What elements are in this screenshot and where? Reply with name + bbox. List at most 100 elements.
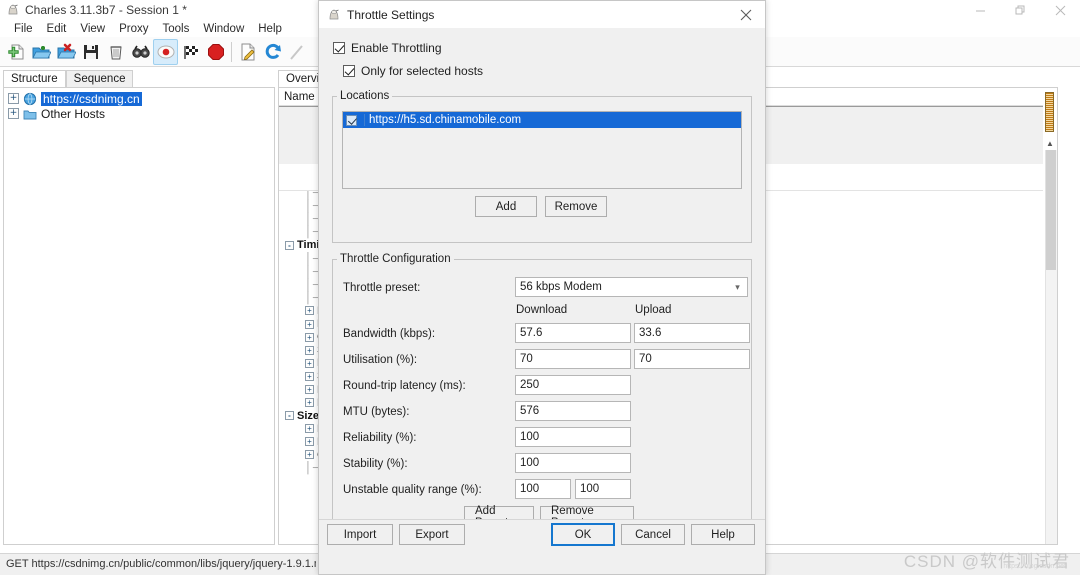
list-item-divider [364, 114, 365, 126]
scrollbar-track[interactable] [1045, 150, 1057, 544]
expander-plus-icon[interactable]: + [305, 371, 314, 381]
unstable-quality-max-input[interactable]: 100 [575, 479, 631, 499]
clear-session-icon[interactable] [103, 39, 128, 65]
help-button[interactable]: Help [691, 524, 755, 545]
scrollbar-thumb-highlight[interactable] [1045, 92, 1054, 132]
chevron-up-icon[interactable]: ▲ [1043, 136, 1057, 150]
bandwidth-upload-input[interactable]: 33.6 [634, 323, 750, 343]
tree-item-csdnimg[interactable]: + https://csdnimg.cn [4, 91, 274, 106]
toolbar-extra-icon[interactable] [285, 39, 310, 65]
round-trip-latency-input[interactable]: 250 [515, 375, 631, 395]
checkbox-checked-icon[interactable] [346, 114, 357, 126]
utilisation-download-input[interactable]: 70 [515, 349, 631, 369]
expander-plus-icon[interactable]: + [8, 108, 19, 119]
list-item[interactable]: https://h5.sd.chinamobile.com [343, 112, 741, 128]
only-selected-hosts-checkbox[interactable]: Only for selected hosts [343, 64, 483, 78]
column-upload: Upload [635, 304, 672, 316]
stability-input[interactable]: 100 [515, 453, 631, 473]
throttle-settings-dialog: Throttle Settings Enable Throttling Only… [318, 0, 766, 575]
expander-plus-icon[interactable]: + [305, 424, 314, 434]
expander-plus-icon[interactable]: + [305, 385, 314, 395]
expander-plus-icon[interactable]: + [305, 398, 314, 408]
expander-plus-icon[interactable]: + [305, 319, 314, 329]
cancel-button[interactable]: Cancel [621, 524, 685, 545]
expander-minus-icon[interactable]: - [285, 240, 294, 250]
repeat-icon[interactable] [260, 39, 285, 65]
menu-view[interactable]: View [73, 23, 112, 35]
minimize-icon[interactable] [960, 0, 1000, 21]
column-header-name: Name [284, 90, 315, 103]
dialog-body: Enable Throttling Only for selected host… [319, 28, 765, 547]
expander-plus-icon[interactable]: + [305, 345, 314, 355]
utilisation-label: Utilisation (%): [343, 354, 418, 366]
unstable-quality-range-label: Unstable quality range (%): [343, 484, 482, 496]
open-session-icon[interactable] [28, 39, 53, 65]
locations-legend: Locations [340, 90, 390, 102]
find-icon[interactable] [128, 39, 153, 65]
expander-plus-icon[interactable]: + [305, 450, 314, 460]
maximize-icon[interactable] [1000, 0, 1040, 21]
add-location-button[interactable]: Add [475, 196, 537, 217]
remove-location-button[interactable]: Remove [545, 196, 607, 217]
watermark-subtext: https://blog.csdn.net [1003, 563, 1066, 570]
locations-group: Locations https://h5.sd.chinamobile.com … [332, 90, 752, 243]
import-button[interactable]: Import [327, 524, 393, 545]
overview-scrollbar[interactable]: ▲ [1043, 88, 1057, 544]
expander-plus-icon[interactable]: + [305, 306, 314, 316]
expander-plus-icon[interactable]: + [305, 332, 314, 342]
save-session-icon[interactable] [78, 39, 103, 65]
expander-plus-icon[interactable]: + [305, 437, 314, 447]
compose-icon[interactable] [235, 39, 260, 65]
left-panel-tabs: Structure Sequence [3, 70, 134, 87]
export-button[interactable]: Export [399, 524, 465, 545]
tree-item-other-hosts[interactable]: + Other Hosts [4, 106, 274, 121]
dialog-footer: Import Export OK Cancel Help [319, 519, 765, 547]
host-tree[interactable]: + https://csdnimg.cn + Other Hosts [3, 87, 275, 545]
close-session-icon[interactable] [53, 39, 78, 65]
enable-throttling-label: Enable Throttling [351, 41, 442, 55]
unstable-quality-min-input[interactable]: 100 [515, 479, 571, 499]
ok-button[interactable]: OK [551, 523, 615, 546]
mtu-label: MTU (bytes): [343, 406, 410, 418]
breakpoints-icon[interactable] [203, 39, 228, 65]
enable-throttling-checkbox[interactable]: Enable Throttling [333, 41, 442, 55]
expander-minus-icon[interactable]: - [285, 411, 294, 421]
reliability-label: Reliability (%): [343, 432, 417, 444]
utilisation-upload-input[interactable]: 70 [634, 349, 750, 369]
new-session-icon[interactable] [3, 39, 28, 65]
tree-item-label: Other Hosts [41, 106, 106, 121]
round-trip-latency-label: Round-trip latency (ms): [343, 380, 466, 392]
tab-structure[interactable]: Structure [3, 70, 66, 87]
throttle-icon[interactable] [178, 39, 203, 65]
mtu-input[interactable]: 576 [515, 401, 631, 421]
expander-plus-icon[interactable]: + [8, 93, 19, 104]
title-bar-left: Charles 3.11.3b7 - Session 1 * [6, 3, 187, 17]
menu-tools[interactable]: Tools [155, 23, 196, 35]
menu-file[interactable]: File [7, 23, 40, 35]
globe-icon [23, 92, 37, 106]
overview-row-label: Size [297, 409, 320, 422]
close-icon[interactable] [1040, 0, 1080, 21]
menu-proxy[interactable]: Proxy [112, 23, 155, 35]
list-item-label: https://h5.sd.chinamobile.com [369, 114, 522, 126]
tree-item-label: https://csdnimg.cn [41, 91, 142, 106]
menu-edit[interactable]: Edit [40, 23, 74, 35]
bandwidth-download-input[interactable]: 57.6 [515, 323, 631, 343]
menu-help[interactable]: Help [251, 23, 289, 35]
window-controls [960, 0, 1080, 21]
tab-sequence[interactable]: Sequence [65, 70, 134, 87]
bandwidth-label: Bandwidth (kbps): [343, 328, 436, 340]
record-icon[interactable] [153, 38, 178, 65]
expander-plus-icon[interactable]: + [305, 358, 314, 368]
locations-list[interactable]: https://h5.sd.chinamobile.com [342, 111, 742, 189]
reliability-input[interactable]: 100 [515, 427, 631, 447]
scrollbar-thumb[interactable] [1046, 150, 1056, 270]
throttle-preset-select[interactable]: 56 kbps Modem ▾ [515, 277, 748, 297]
chevron-down-icon[interactable]: ▾ [728, 278, 747, 296]
column-download: Download [516, 304, 568, 316]
close-icon[interactable] [727, 1, 765, 28]
status-text: GET https://csdnimg.cn/public/common/lib… [6, 558, 316, 570]
charles-application-window: Charles 3.11.3b7 - Session 1 * File Edit… [0, 0, 1080, 575]
dialog-title-bar: Throttle Settings [319, 1, 765, 28]
menu-window[interactable]: Window [196, 23, 251, 35]
